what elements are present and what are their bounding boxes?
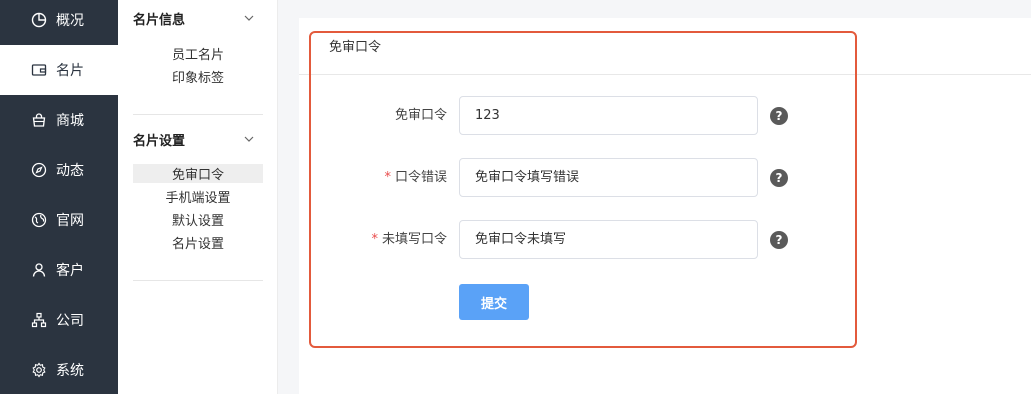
submenu-item-card-settings[interactable]: 名片设置 [133,233,263,252]
submenu-item-label: 默认设置 [171,214,224,229]
chevron-down-icon [244,136,254,142]
help-icon[interactable]: ? [770,231,788,249]
submenu-item-label: 免审口令 [171,168,224,183]
missing-password-message-input[interactable]: 免审口令未填写 [459,220,758,259]
submenu-item-exempt-password[interactable]: 免审口令 [133,164,263,183]
submenu-divider [133,114,263,115]
required-mark: * [384,170,391,185]
gear-icon [31,362,47,378]
field-label-exempt-password: 免审口令 [395,96,447,136]
nav-item-label: 名片 [56,63,84,79]
nav-item-overview[interactable]: 概况 [0,0,118,45]
nav-item-label: 公司 [56,313,84,329]
nav-item-card[interactable]: 名片 [0,45,118,95]
main-nav: 概况 名片 商城 动态 官网 客户 公司 系统 [0,0,118,394]
nav-item-label: 客户 [56,263,84,279]
field-label-text: 口令错误 [394,170,447,185]
submenu-item-label: 印象标签 [171,71,224,86]
submenu-divider [133,280,263,281]
panel-title: 免审口令 [329,40,382,55]
submenu-group-title: 名片设置 [133,133,186,149]
submenu-item-employee-card[interactable]: 员工名片 [133,44,263,63]
nav-item-customers[interactable]: 客户 [0,245,118,295]
field-label-text: 未填写口令 [381,232,447,247]
chevron-down-icon [244,15,254,21]
pie-chart-icon [31,12,47,28]
nav-item-label: 系统 [56,363,84,379]
nav-item-label: 概况 [56,13,84,29]
submenu-item-default-settings[interactable]: 默认设置 [133,210,263,229]
submenu-item-impression-tags[interactable]: 印象标签 [133,67,263,86]
org-chart-icon [31,312,47,328]
sub-menu: 名片信息 员工名片 印象标签 名片设置 免审口令 手机端设置 默认设置 名片设置 [118,0,278,394]
panel-header-divider [299,74,1031,75]
nav-item-label: 官网 [56,213,84,229]
user-icon [31,262,47,278]
exempt-password-input[interactable]: 123 [459,96,758,135]
help-icon[interactable]: ? [770,107,788,125]
wrong-password-message-input[interactable]: 免审口令填写错误 [459,158,758,197]
nav-item-mall[interactable]: 商城 [0,95,118,145]
compass-icon [31,162,47,178]
submit-button[interactable]: 提交 [459,284,529,320]
globe-icon [31,212,47,228]
nav-item-moments[interactable]: 动态 [0,145,118,195]
submenu-group-title: 名片信息 [133,12,186,28]
submenu-item-label: 员工名片 [171,48,224,63]
field-label-wrong-password: * 口令错误 [384,158,447,198]
submenu-item-mobile-settings[interactable]: 手机端设置 [133,187,263,206]
nav-item-website[interactable]: 官网 [0,195,118,245]
nav-item-label: 动态 [56,163,84,179]
submenu-group-card-info[interactable]: 名片信息 [133,8,263,28]
help-icon[interactable]: ? [770,169,788,187]
nav-item-label: 商城 [56,113,84,129]
nav-item-company[interactable]: 公司 [0,295,118,345]
wallet-icon [31,62,47,78]
required-mark: * [371,232,378,247]
field-label-missing-password: * 未填写口令 [371,220,447,260]
submenu-item-label: 名片设置 [171,237,224,252]
field-label-text: 免审口令 [394,108,447,123]
nav-item-system[interactable]: 系统 [0,345,118,395]
shopping-bag-icon [31,112,47,128]
submenu-group-card-settings[interactable]: 名片设置 [133,129,263,149]
submenu-item-label: 手机端设置 [165,191,231,206]
form-panel: 免审口令 [299,18,1031,394]
